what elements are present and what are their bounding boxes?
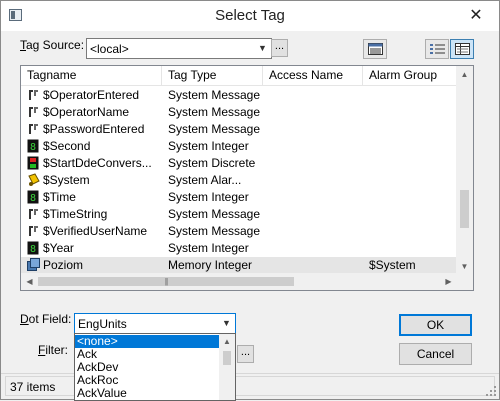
cell-tagname: $Second [43, 139, 91, 153]
cell-tagname: $OperatorEntered [43, 88, 140, 102]
table-row[interactable]: 8 $Year System Integer [21, 240, 459, 257]
message-tag-icon [27, 224, 40, 238]
cell-tagname: $OperatorName [43, 105, 130, 119]
cell-tag-type: System Message [168, 88, 261, 102]
cell-tag-type: System Integer [168, 139, 249, 153]
table-row[interactable]: 8 $Second System Integer [21, 138, 459, 155]
cell-tag-type: Memory Integer [168, 258, 253, 272]
item-count: 37 items [10, 380, 56, 394]
close-button[interactable]: ✕ [453, 1, 499, 30]
memory-integer-tag-icon [27, 258, 40, 272]
list-view-button[interactable] [425, 39, 449, 59]
dropdown-option[interactable]: AckValue [75, 387, 220, 400]
message-tag-icon [27, 88, 40, 102]
chevron-down-icon: ▼ [258, 43, 267, 53]
details-view-icon [455, 43, 470, 55]
table-row[interactable]: $OperatorName System Message [21, 104, 459, 121]
table-row[interactable]: $StartDdeConvers... System Discrete [21, 155, 459, 172]
tag-source-combo[interactable]: <local> ▼ [86, 38, 272, 59]
scroll-left-icon[interactable]: ◀ [21, 273, 38, 290]
dot-field-dropdown-list[interactable]: <none> Ack AckDev AckRoc AckValue ▲ [74, 333, 236, 401]
cell-tagname: $StartDdeConvers... [43, 156, 152, 170]
details-view-button[interactable] [450, 39, 474, 59]
integer-tag-icon: 8 [27, 190, 40, 204]
scrollbar-corner [456, 273, 473, 290]
table-row[interactable]: $PasswordEntered System Message [21, 121, 459, 138]
dropdown-scrollbar[interactable]: ▲ [219, 334, 235, 400]
cell-tag-type: System Message [168, 105, 261, 119]
discrete-tag-icon [27, 156, 40, 170]
cell-tagname: $System [43, 173, 90, 187]
tag-source-value: <local> [90, 42, 129, 56]
scroll-right-icon[interactable]: ▶ [440, 273, 457, 290]
svg-text:8: 8 [30, 244, 36, 255]
table-row[interactable]: 8 $Time System Integer [21, 189, 459, 206]
list-view-icon [430, 44, 445, 54]
window-title: Select Tag [215, 7, 285, 24]
cell-tag-type: System Integer [168, 190, 249, 204]
scroll-up-icon[interactable]: ▲ [456, 66, 473, 83]
cell-tag-type: System Discrete [168, 156, 256, 170]
cell-tag-type: System Alar... [168, 173, 242, 187]
ok-button[interactable]: OK [399, 314, 472, 336]
vertical-scrollbar[interactable]: ▲ ▼ [456, 66, 473, 275]
title-bar: Select Tag ✕ [1, 1, 499, 31]
filter-label: Filter: [38, 343, 69, 357]
tag-source-browse-button[interactable]: ... [271, 39, 288, 57]
alarm-tag-icon [27, 173, 40, 187]
filter-browse-button[interactable]: ... [237, 345, 254, 363]
message-tag-icon [27, 122, 40, 136]
column-header-tag-type[interactable]: Tag Type [162, 66, 263, 86]
table-row[interactable]: $VerifiedUserName System Message [21, 223, 459, 240]
cell-alarm-group: $System [369, 258, 416, 272]
message-tag-icon [27, 105, 40, 119]
column-header-alarm-group[interactable]: Alarm Group [363, 66, 459, 86]
table-row[interactable]: Poziom Memory Integer $System [21, 257, 459, 274]
table-row[interactable]: $OperatorEntered System Message [21, 87, 459, 104]
dot-field-label: Dot Field: [20, 312, 72, 326]
resize-grip-icon[interactable] [486, 386, 496, 396]
vertical-scroll-thumb[interactable] [460, 190, 469, 228]
horizontal-scrollbar[interactable]: ◀ ||| ▶ [21, 273, 457, 290]
integer-tag-icon: 8 [27, 139, 40, 153]
select-tag-dialog: Select Tag ✕ Tag Source: <local> ▼ ... T… [0, 0, 500, 401]
cell-tag-type: System Message [168, 122, 261, 136]
horizontal-scroll-thumb[interactable]: ||| [38, 277, 294, 286]
cell-tagname: $Time [43, 190, 76, 204]
chevron-down-icon: ▼ [222, 318, 231, 328]
dot-field-value: EngUnits [78, 317, 127, 331]
dropdown-scroll-thumb[interactable] [223, 351, 231, 365]
dot-field-combo[interactable]: EngUnits ▼ [74, 313, 236, 334]
cancel-button[interactable]: Cancel [399, 343, 472, 365]
tag-source-label: Tag Source: [20, 38, 85, 52]
cell-tagname: $VerifiedUserName [43, 224, 148, 238]
list-header: Tagname Tag Type Access Name Alarm Group [21, 66, 459, 86]
cell-tag-type: System Message [168, 207, 261, 221]
message-tag-icon [27, 207, 40, 221]
tag-list[interactable]: Tagname Tag Type Access Name Alarm Group… [20, 65, 474, 291]
cell-tag-type: System Integer [168, 241, 249, 255]
scroll-up-icon[interactable]: ▲ [219, 334, 235, 350]
cell-tag-type: System Message [168, 224, 261, 238]
table-row[interactable]: $TimeString System Message [21, 206, 459, 223]
tag-properties-button[interactable] [363, 39, 387, 59]
integer-tag-icon: 8 [27, 241, 40, 255]
column-header-access-name[interactable]: Access Name [263, 66, 363, 86]
column-header-tagname[interactable]: Tagname [21, 66, 162, 86]
cell-tagname: $TimeString [43, 207, 108, 221]
svg-text:8: 8 [30, 193, 36, 204]
cell-tagname: $Year [43, 241, 74, 255]
table-icon [368, 43, 383, 55]
svg-text:8: 8 [30, 142, 36, 153]
table-row[interactable]: $System System Alar... [21, 172, 459, 189]
cell-tagname: Poziom [43, 258, 84, 272]
cell-tagname: $PasswordEntered [43, 122, 145, 136]
